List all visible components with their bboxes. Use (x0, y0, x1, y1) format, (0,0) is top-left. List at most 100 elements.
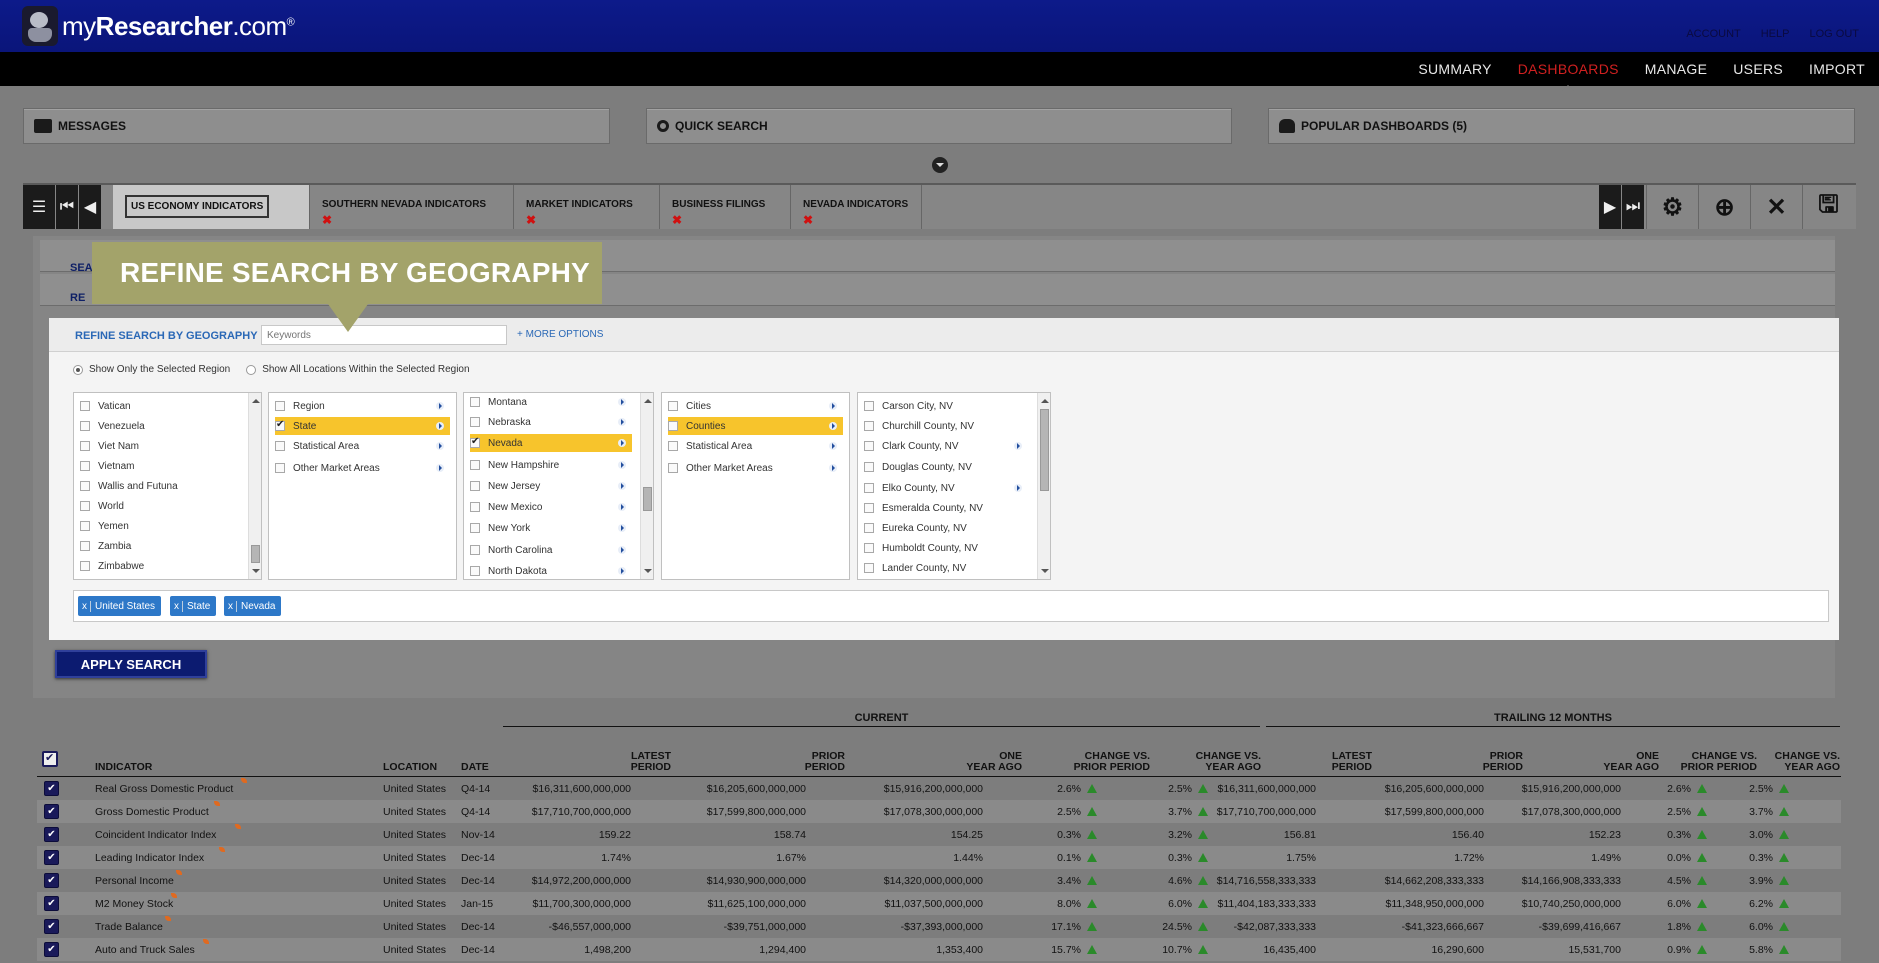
list-item[interactable]: Montana (470, 393, 632, 411)
close-tab-icon[interactable]: ✖ (672, 213, 682, 227)
leaf-icon[interactable] (235, 824, 242, 829)
list-item[interactable]: Venezuela (80, 417, 145, 435)
indicator-name[interactable]: Leading Indicator Index (95, 852, 204, 864)
expand-arrow-icon[interactable] (618, 503, 626, 511)
list-item[interactable]: Nebraska (470, 413, 632, 431)
remove-chip-icon[interactable]: x (228, 600, 237, 612)
list-item[interactable]: New York (470, 519, 632, 537)
expand-arrow-icon[interactable] (618, 524, 626, 532)
col-header-indicator[interactable]: INDICATOR (95, 762, 152, 773)
expand-arrow-icon[interactable] (618, 567, 626, 575)
indicator-name[interactable]: Trade Balance (95, 921, 163, 933)
list-item[interactable]: Nevada (470, 434, 632, 452)
us-area-type-list[interactable]: Region State Statistical Area Other Mark… (268, 392, 457, 580)
list-item[interactable]: Statistical Area (668, 437, 843, 455)
close-icon[interactable]: ✕ (1750, 185, 1802, 229)
popular-dashboards-panel[interactable]: POPULAR DASHBOARDS (5) (1268, 108, 1855, 144)
tab-us-economy[interactable]: US ECONOMY INDICATORS (113, 185, 310, 229)
gear-icon[interactable]: ⚙ (1646, 185, 1698, 229)
leaf-icon[interactable] (213, 801, 220, 806)
list-item[interactable]: New Jersey (470, 477, 632, 495)
leaf-icon[interactable] (219, 847, 226, 852)
col-header-date[interactable]: DATE (461, 762, 489, 773)
col-header-location[interactable]: LOCATION (383, 762, 437, 773)
expand-arrow-icon[interactable] (436, 442, 444, 450)
messages-panel[interactable]: MESSAGES (23, 108, 610, 144)
list-icon[interactable]: ☰ (23, 185, 55, 229)
leaf-icon[interactable] (240, 778, 247, 783)
last-tab-icon[interactable]: ⏭ (1622, 185, 1644, 229)
list-item[interactable]: New Mexico (470, 498, 632, 516)
select-all-checkbox[interactable] (42, 751, 58, 767)
list-item[interactable]: Wallis and Futuna (80, 477, 178, 495)
list-item[interactable]: Other Market Areas (668, 459, 843, 477)
expand-arrow-icon[interactable] (618, 418, 626, 426)
tab-nevada[interactable]: NEVADA INDICATORS ✖ (791, 185, 922, 229)
leaf-icon[interactable] (203, 939, 209, 944)
list-item[interactable]: Esmeralda County, NV (864, 499, 1028, 517)
list-item[interactable]: Vatican (80, 397, 131, 415)
col-header-latest[interactable]: LATEST PERIOD (631, 751, 671, 773)
scrollbar[interactable] (640, 393, 653, 579)
tab-market[interactable]: MARKET INDICATORS ✖ (514, 185, 660, 229)
nav-import[interactable]: IMPORT (1809, 61, 1865, 77)
expand-arrow-icon[interactable] (829, 402, 837, 410)
expand-arrow-icon[interactable] (436, 402, 444, 410)
scroll-down-icon[interactable] (644, 569, 652, 577)
col-header-one[interactable]: ONE YEAR AGO (1603, 751, 1659, 773)
expand-arrow-icon[interactable] (829, 464, 837, 472)
row-checkbox[interactable]: ✔ (44, 942, 59, 957)
account-link[interactable]: ACCOUNT (1686, 28, 1740, 40)
add-icon[interactable]: ⊕ (1698, 185, 1750, 229)
nav-manage[interactable]: MANAGE (1645, 61, 1707, 77)
table-row[interactable]: ✔ Coincident Indicator Index United States… (37, 823, 1841, 846)
nav-users[interactable]: USERS (1733, 61, 1783, 77)
keywords-input[interactable] (261, 325, 507, 345)
indicator-name[interactable]: Coincident Indicator Index (95, 829, 216, 841)
nevada-area-type-list[interactable]: Cities Counties Statistical Area Other M… (661, 392, 850, 580)
list-item[interactable]: Humboldt County, NV (864, 539, 1028, 557)
row-checkbox[interactable]: ✔ (44, 896, 59, 911)
next-tab-icon[interactable]: ▶ (1599, 185, 1621, 229)
scrollbar[interactable] (248, 393, 261, 579)
more-options-link[interactable]: + MORE OPTIONS (517, 329, 603, 340)
list-item[interactable]: Yemen (80, 517, 129, 535)
scroll-up-icon[interactable] (1041, 395, 1049, 403)
scroll-thumb[interactable] (251, 545, 260, 563)
scroll-down-icon[interactable] (252, 569, 260, 577)
save-icon[interactable]: 🖫 (1802, 185, 1854, 229)
col-header-cvp[interactable]: CHANGE VS. PRIOR PERIOD (1074, 751, 1150, 773)
scroll-thumb[interactable] (643, 487, 652, 511)
expand-arrow-icon[interactable] (618, 546, 626, 554)
filter-chip-nevada[interactable]: x Nevada (224, 596, 282, 616)
list-item[interactable]: Region (275, 397, 450, 415)
quick-search-panel[interactable]: QUICK SEARCH (646, 108, 1232, 144)
indicator-name[interactable]: Gross Domestic Product (95, 806, 209, 818)
list-item[interactable]: North Carolina (470, 541, 632, 559)
apply-search-button[interactable]: APPLY SEARCH (55, 650, 207, 678)
nav-dashboards[interactable]: DASHBOARDS (1518, 61, 1619, 91)
table-row[interactable]: ✔ Real Gross Domestic Product United State… (37, 777, 1841, 800)
row-checkbox[interactable]: ✔ (44, 919, 59, 934)
tab-southern-nevada[interactable]: SOUTHERN NEVADA INDICATORS ✖ (310, 185, 514, 229)
list-item[interactable]: Eureka County, NV (864, 519, 1028, 537)
list-item[interactable]: Lander County, NV (864, 559, 1028, 577)
expand-arrow-icon[interactable] (829, 422, 837, 430)
radio-selected-region[interactable]: Show Only the Selected Region (73, 364, 230, 375)
table-row[interactable]: ✔ Leading Indicator Index United States Dec… (37, 846, 1841, 869)
row-checkbox[interactable]: ✔ (44, 827, 59, 842)
first-tab-icon[interactable]: ⏮ (56, 185, 78, 229)
list-item[interactable]: Viet Nam (80, 437, 139, 455)
list-item[interactable]: Clark County, NV (864, 437, 1028, 455)
col-header-one[interactable]: ONE YEAR AGO (966, 751, 1022, 773)
remove-chip-icon[interactable]: x (174, 600, 183, 612)
indicator-name[interactable]: Real Gross Domestic Product (95, 783, 233, 795)
indicator-name[interactable]: M2 Money Stock (95, 898, 173, 910)
scroll-up-icon[interactable] (644, 395, 652, 403)
col-header-prior[interactable]: PRIOR PERIOD (805, 751, 845, 773)
scroll-down-icon[interactable] (1041, 569, 1049, 577)
table-row[interactable]: ✔ M2 Money Stock United States Jan-15 $11,70… (37, 892, 1841, 915)
prev-tab-icon[interactable]: ◀ (79, 185, 101, 229)
table-row[interactable]: ✔ Personal Income United States Dec-14 $14,9… (37, 869, 1841, 892)
expand-panels-icon[interactable] (932, 157, 948, 173)
